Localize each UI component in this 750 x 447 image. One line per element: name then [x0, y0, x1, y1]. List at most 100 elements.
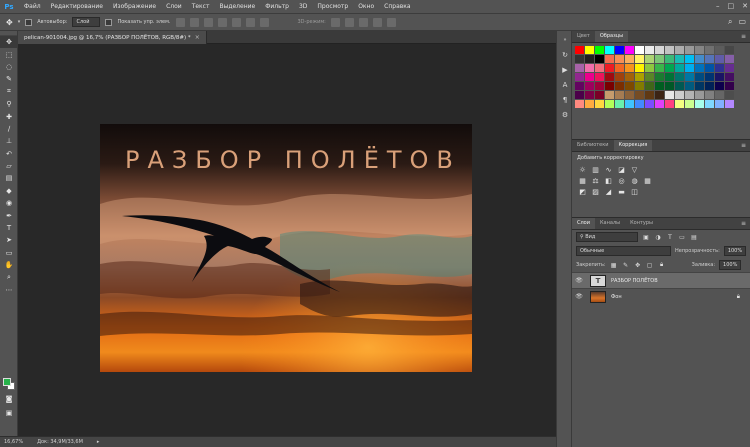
color-swatch[interactable] [615, 82, 624, 90]
tool-preset-dropdown[interactable]: ▾ [18, 19, 21, 25]
marquee-tool-icon[interactable]: ⬚ [0, 48, 18, 60]
color-swatch[interactable] [575, 73, 584, 81]
align-bottom-icon[interactable] [203, 17, 213, 27]
color-swatch[interactable] [635, 73, 644, 81]
color-swatch[interactable] [605, 46, 614, 54]
workspace-icon[interactable]: ▭ [738, 17, 746, 27]
color-swatch[interactable] [635, 91, 644, 99]
menu-file[interactable]: Файл [19, 3, 46, 10]
align-left-icon[interactable] [217, 17, 227, 27]
color-swatch[interactable] [635, 64, 644, 72]
color-swatch[interactable] [675, 55, 684, 63]
gradient-map-icon[interactable]: ▬ [617, 187, 626, 196]
lasso-tool-icon[interactable]: ◌ [0, 61, 18, 73]
black-white-icon[interactable]: ◧ [604, 176, 613, 185]
color-swatch[interactable] [625, 91, 634, 99]
color-swatch[interactable] [645, 73, 654, 81]
document-tab[interactable]: pelican-901004.jpg @ 16,7% (РАЗБОР ПОЛЁТ… [18, 31, 207, 44]
visibility-eye-icon[interactable]: 👁︎ [572, 277, 586, 284]
color-swatch[interactable] [715, 55, 724, 63]
color-swatch[interactable] [645, 46, 654, 54]
menu-view[interactable]: Просмотр [312, 3, 353, 10]
color-swatch[interactable] [595, 73, 604, 81]
color-swatch[interactable] [625, 73, 634, 81]
color-swatch[interactable] [625, 46, 634, 54]
color-swatch[interactable] [595, 91, 604, 99]
distribute-icon[interactable] [259, 17, 269, 27]
close-window-button[interactable]: ✕ [742, 2, 748, 10]
character-panel-icon[interactable]: A [558, 79, 572, 91]
color-swatch[interactable] [705, 82, 714, 90]
lock-image-icon[interactable]: ✎ [622, 261, 630, 269]
dodge-tool-icon[interactable]: ◉ [0, 197, 18, 209]
lock-position-icon[interactable]: ✥ [634, 261, 642, 269]
color-swatch[interactable] [705, 91, 714, 99]
color-swatch[interactable] [615, 100, 624, 108]
color-swatch[interactable] [665, 82, 674, 90]
filter-adjust-icon[interactable]: ◑ [654, 233, 662, 241]
menu-layers[interactable]: Слои [161, 3, 187, 10]
foreground-color-swatch[interactable] [3, 378, 11, 386]
color-swatch[interactable] [725, 100, 734, 108]
color-swatch[interactable] [725, 91, 734, 99]
selective-color-icon[interactable]: ◫ [630, 187, 639, 196]
color-swatch[interactable] [715, 73, 724, 81]
tab-layers[interactable]: Слои [572, 218, 595, 229]
align-top-icon[interactable] [175, 17, 185, 27]
paragraph-panel-icon[interactable]: ¶ [558, 94, 572, 106]
color-swatch[interactable] [675, 100, 684, 108]
color-swatch[interactable] [595, 46, 604, 54]
tab-libraries[interactable]: Библиотеки [572, 140, 614, 151]
color-swatch[interactable] [645, 82, 654, 90]
color-swatch[interactable] [665, 73, 674, 81]
actions-panel-icon[interactable]: ▶ [558, 64, 572, 76]
tab-adjustments[interactable]: Коррекция [613, 140, 653, 151]
zoom-level[interactable]: 16,67% [4, 439, 23, 445]
curves-icon[interactable]: ∿ [604, 165, 613, 174]
color-swatch[interactable] [685, 82, 694, 90]
tab-color[interactable]: Цвет [572, 31, 595, 42]
move-tool-icon[interactable]: ✥ [6, 18, 13, 27]
color-swatch[interactable] [695, 82, 704, 90]
color-swatch[interactable] [665, 46, 674, 54]
color-lookup-icon[interactable]: ▦ [643, 176, 652, 185]
color-swatch[interactable] [575, 100, 584, 108]
screen-mode-icon[interactable]: ▣ [0, 407, 18, 419]
3d-pan-icon[interactable] [358, 17, 368, 27]
color-swatch[interactable] [695, 64, 704, 72]
color-swatch[interactable] [715, 82, 724, 90]
filter-smart-icon[interactable]: ▤ [690, 233, 698, 241]
minimize-button[interactable]: – [716, 2, 720, 10]
levels-icon[interactable]: ▥ [591, 165, 600, 174]
color-swatch[interactable] [595, 82, 604, 90]
photo-filter-icon[interactable]: ◎ [617, 176, 626, 185]
menu-edit[interactable]: Редактирование [46, 3, 108, 10]
color-swatch[interactable] [645, 64, 654, 72]
gradient-tool-icon[interactable]: ▤ [0, 172, 18, 184]
3d-orbit-icon[interactable] [330, 17, 340, 27]
color-swatch[interactable] [685, 64, 694, 72]
color-swatch[interactable] [615, 64, 624, 72]
color-swatch[interactable] [725, 46, 734, 54]
color-swatch[interactable] [625, 55, 634, 63]
color-swatch[interactable] [685, 46, 694, 54]
path-select-tool-icon[interactable]: ➤ [0, 234, 18, 246]
opacity-input[interactable]: 100% [723, 246, 746, 256]
color-swatch[interactable] [575, 91, 584, 99]
color-swatch[interactable] [705, 64, 714, 72]
color-swatch[interactable] [635, 100, 644, 108]
history-brush-tool-icon[interactable]: ↶ [0, 148, 18, 160]
color-swatch[interactable] [595, 100, 604, 108]
color-swatch[interactable] [655, 55, 664, 63]
color-swatch[interactable] [655, 91, 664, 99]
crop-tool-icon[interactable]: ⌗ [0, 86, 18, 98]
menu-image[interactable]: Изображение [108, 3, 161, 10]
filter-pixel-icon[interactable]: ▣ [642, 233, 650, 241]
color-swatch[interactable] [635, 55, 644, 63]
color-swatch[interactable] [665, 91, 674, 99]
color-swatch[interactable] [675, 46, 684, 54]
color-swatch[interactable] [655, 73, 664, 81]
menu-window[interactable]: Окно [353, 3, 379, 10]
channel-mixer-icon[interactable]: ◍ [630, 176, 639, 185]
color-swatch[interactable] [725, 55, 734, 63]
